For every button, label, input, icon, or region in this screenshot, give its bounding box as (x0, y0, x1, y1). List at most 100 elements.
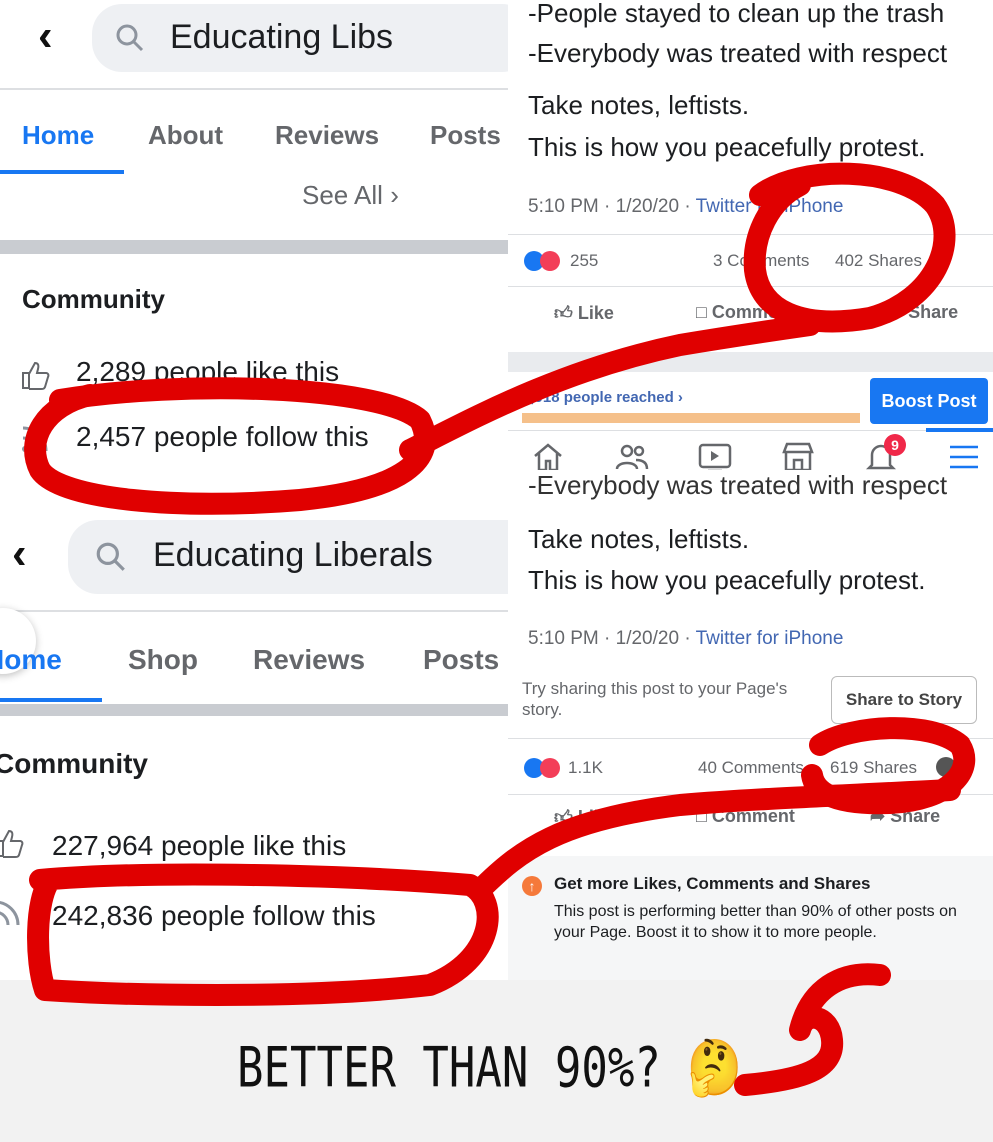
love-reaction-icon (540, 758, 560, 778)
share-story-prompt: Try sharing this post to your Page's sto… (522, 679, 788, 719)
comment-label: Comment (711, 806, 795, 826)
post-line: This is how you peacefully protest. (528, 132, 926, 162)
reaction-count[interactable]: 255 (570, 251, 598, 271)
post-line: Take notes, leftists. (528, 90, 750, 120)
watch-video-icon[interactable] (697, 440, 733, 470)
tab-about[interactable]: About (148, 120, 223, 151)
tip-body: This post is performing better than 90% … (554, 903, 957, 941)
bottom-right-screenshot: -Everybody was treated with respect Take… (508, 470, 993, 980)
avatar (936, 757, 956, 777)
search-icon (116, 24, 144, 52)
rss-follow-icon (22, 426, 48, 452)
top-left-screenshot: ‹ Educating Libs Home About Reviews Post… (0, 0, 508, 490)
share-count[interactable]: 619 Shares (830, 758, 917, 778)
comment-button[interactable]: □ Comment (696, 806, 795, 827)
search-input[interactable]: Educating Libs (170, 18, 393, 57)
divider (508, 234, 993, 235)
comment-count[interactable]: 3 Comments (713, 251, 809, 271)
section-separator (0, 704, 508, 716)
post-line: Take notes, leftists. (528, 524, 750, 554)
like-button[interactable]: 👍︎ Like (554, 302, 614, 324)
boost-tip-card: ↑ Get more Likes, Comments and Shares Th… (508, 856, 993, 980)
tab-home-label: Home (0, 644, 62, 675)
marketplace-icon[interactable] (780, 440, 816, 470)
page-likes-count: 2,289 people like this (76, 356, 340, 387)
post-source-link[interactable]: Twitter for iPhone (696, 196, 844, 217)
search-bar[interactable]: Educating Libs (92, 4, 508, 72)
speech-bubble-icon: □ (696, 806, 707, 826)
tab-reviews[interactable]: Reviews (275, 120, 379, 151)
bottom-left-screenshot: ‹ Educating Liberals Home Shop Reviews P… (0, 490, 508, 980)
divider (508, 794, 993, 795)
post-timestamp: 5:10 PM · 1/20/20 · Twitter for iPhone (528, 628, 843, 650)
post-source-link[interactable]: Twitter for iPhone (696, 628, 844, 649)
people-reached-link[interactable]: 2,918 people reached › (522, 389, 683, 406)
divider (0, 610, 508, 612)
thumbs-up-icon (0, 829, 24, 858)
share-to-story-button[interactable]: Share to Story (831, 676, 977, 724)
share-button[interactable]: ➦ Share (870, 806, 940, 827)
divider (508, 286, 993, 287)
like-label: Like (577, 303, 614, 323)
tab-reviews[interactable]: Reviews (253, 644, 365, 676)
tab-home[interactable]: Home (0, 644, 62, 676)
search-input[interactable]: Educating Liberals (153, 536, 433, 575)
tab-home[interactable]: Home (22, 120, 94, 151)
thumbs-up-icon: 👍︎ (554, 303, 573, 323)
back-chevron-icon[interactable]: ‹ (38, 14, 53, 58)
community-heading: Community (22, 284, 165, 314)
see-all-label: See All (302, 180, 383, 210)
see-all-link[interactable]: See All › (302, 180, 399, 211)
share-arrow-icon: ➦ (888, 302, 904, 322)
timestamp-text: 5:10 PM · 1/20/20 · (528, 628, 696, 649)
groups-icon[interactable] (614, 440, 650, 470)
people-reached-label: 2,918 people reached (522, 389, 674, 406)
notification-badge: 9 (884, 434, 906, 456)
tip-title: Get more Likes, Comments and Shares (554, 874, 871, 893)
thumbs-up-icon: 👍︎ (554, 807, 573, 827)
like-button[interactable]: 👍︎ Like (554, 806, 614, 828)
menu-active-underline (926, 428, 993, 432)
share-button[interactable]: ➦ Share (888, 302, 958, 323)
love-reaction-icon (540, 251, 560, 271)
divider (0, 88, 508, 90)
chevron-right-icon: › (390, 180, 399, 210)
arrow-up-circle-icon: ↑ (522, 876, 542, 896)
community-heading: Community (0, 748, 148, 779)
rss-follow-icon (0, 901, 20, 926)
timestamp-text: 5:10 PM · 1/20/20 · (528, 196, 696, 217)
share-label: Share (890, 806, 941, 826)
post-line: -People stayed to clean up the trash (528, 0, 945, 28)
post-line-cut: -Everybody was treated with respect (528, 470, 948, 500)
tab-posts[interactable]: Posts (430, 120, 501, 151)
search-icon (96, 542, 125, 571)
search-bar[interactable]: Educating Liberals (68, 520, 508, 594)
share-label: Share (908, 302, 959, 322)
section-separator (508, 352, 993, 372)
tab-shop[interactable]: Shop (128, 644, 198, 676)
tab-posts[interactable]: Posts (423, 644, 499, 676)
divider (508, 738, 993, 739)
comment-count[interactable]: 40 Comments (698, 758, 804, 778)
curved-arrow (734, 963, 891, 1096)
story-caption: BETTER THAN 90%? 🤔 (237, 1036, 743, 1100)
comment-label: Comment (711, 302, 795, 322)
speech-bubble-icon: □ (696, 302, 707, 322)
divider (508, 430, 993, 431)
reach-progress-bar (522, 413, 860, 423)
page-likes-count: 227,964 people like this (52, 830, 347, 861)
home-icon[interactable] (531, 440, 565, 470)
post-timestamp: 5:10 PM · 1/20/20 · Twitter for iPhone (528, 196, 843, 218)
back-chevron-icon[interactable]: ‹ (12, 532, 27, 576)
hamburger-menu-icon[interactable] (948, 443, 980, 470)
share-arrow-icon: ➦ (870, 806, 886, 826)
page-followers-count: 242,836 people follow this (52, 900, 376, 931)
boost-post-button[interactable]: Boost Post (870, 378, 988, 424)
post-line: -Everybody was treated with respect (528, 38, 948, 68)
page-followers-count: 2,457 people follow this (76, 421, 369, 452)
comment-button[interactable]: □ Comment (696, 302, 795, 323)
share-count[interactable]: 402 Shares (835, 251, 922, 271)
active-tab-underline (0, 698, 102, 702)
reaction-count[interactable]: 1.1K (568, 758, 603, 778)
active-tab-underline (0, 170, 124, 174)
